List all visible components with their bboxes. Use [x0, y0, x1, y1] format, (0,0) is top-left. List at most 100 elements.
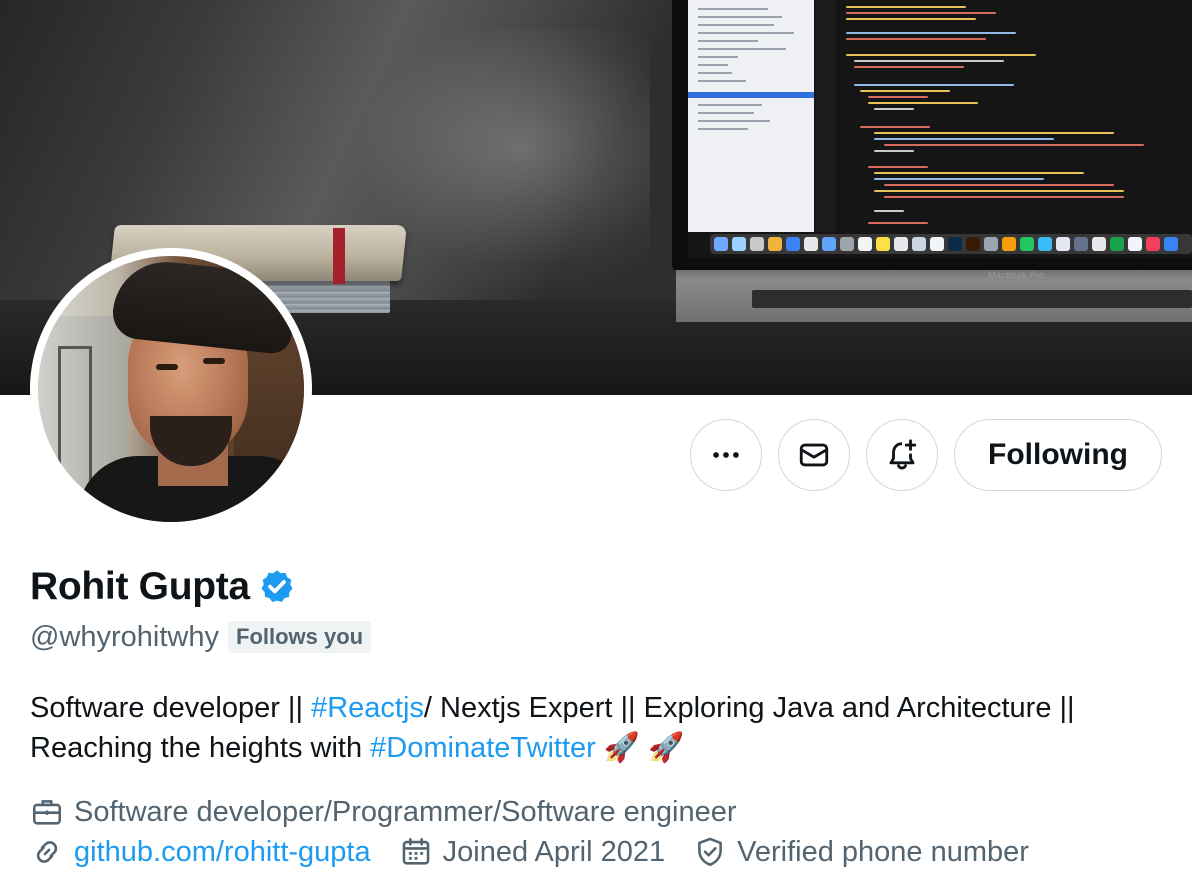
code-line: [846, 12, 996, 14]
dock-icon: [768, 237, 782, 251]
message-button[interactable]: [778, 419, 850, 491]
code-line: [884, 184, 1114, 186]
file-line: [698, 56, 738, 58]
dock-icon: [1074, 237, 1088, 251]
code-line: [884, 144, 1144, 146]
banner-laptop-brand: MacBook Pro: [988, 270, 1045, 280]
dock-icon: [1002, 237, 1016, 251]
dock-icon: [966, 237, 980, 251]
avatar-photo: [38, 256, 304, 522]
profile-meta-details: github.com/rohitt-gupta Joined April 202…: [30, 832, 1057, 872]
dock-icon: [714, 237, 728, 251]
bio-hashtag-dominatetwitter[interactable]: #DominateTwitter: [370, 732, 596, 764]
file-line: [698, 40, 758, 42]
dock-icon: [786, 237, 800, 251]
banner-code-gutter: [816, 0, 836, 232]
file-line: [698, 24, 774, 26]
dock-icon: [1092, 237, 1106, 251]
file-line: [698, 8, 768, 10]
bio-hashtag-reactjs[interactable]: #Reactjs: [311, 692, 424, 724]
profile-meta-profession: Software developer/Programmer/Software e…: [30, 792, 765, 832]
envelope-icon: [799, 443, 829, 467]
file-line: [698, 104, 762, 106]
dock-icon: [912, 237, 926, 251]
dock-icon: [1164, 237, 1178, 251]
code-line: [884, 196, 1124, 198]
code-line: [874, 210, 904, 212]
following-button[interactable]: Following: [954, 419, 1162, 491]
file-line: [698, 64, 728, 66]
calendar-icon: [402, 837, 429, 865]
code-line: [860, 126, 930, 128]
profile-handle: @whyrohitwhy: [30, 620, 219, 653]
code-line: [846, 18, 976, 20]
profile-name: Rohit Gupta: [30, 565, 250, 608]
link-icon: [36, 841, 58, 863]
profile-handle-row: @whyrohitwhy Follows you: [30, 618, 372, 656]
file-line: [698, 120, 770, 122]
banner-laptop-keyboard: [752, 290, 1192, 308]
verified-badge-icon[interactable]: [258, 568, 296, 606]
dock-icon: [1020, 237, 1034, 251]
file-selected-row: [688, 92, 814, 98]
avatar-eye: [203, 358, 225, 364]
dock-icon: [750, 237, 764, 251]
dock-icon: [948, 237, 962, 251]
file-line: [698, 80, 746, 82]
code-line: [854, 66, 964, 68]
joined-item: Joined April 2021: [399, 835, 665, 869]
dock-icon: [1146, 237, 1160, 251]
code-line: [874, 178, 1044, 180]
notifications-button[interactable]: [866, 419, 938, 491]
code-line: [860, 90, 950, 92]
bell-plus-icon: [889, 439, 917, 470]
website-item[interactable]: github.com/rohitt-gupta: [30, 835, 371, 869]
file-line: [698, 16, 782, 18]
code-line: [874, 132, 1114, 134]
website-link[interactable]: github.com/rohitt-gupta: [74, 836, 371, 869]
bio-emoji: 🚀 🚀: [595, 732, 685, 764]
code-line: [846, 32, 1016, 34]
more-icon: [713, 452, 739, 458]
code-line: [846, 54, 1036, 56]
profile-name-row: Rohit Gupta: [30, 562, 296, 612]
dock-icon: [804, 237, 818, 251]
banner-file-pane: [688, 0, 814, 232]
file-line: [698, 48, 786, 50]
file-line: [698, 72, 732, 74]
code-line: [874, 190, 1124, 192]
avatar-eye: [156, 364, 178, 370]
code-line: [854, 84, 1014, 86]
banner-notebook-band: [333, 228, 345, 284]
banner-dock: [710, 234, 1192, 254]
code-line: [846, 38, 986, 40]
profession-item: Software developer/Programmer/Software e…: [30, 795, 737, 829]
dock-icon: [1110, 237, 1124, 251]
more-button[interactable]: [690, 419, 762, 491]
dock-icon: [1038, 237, 1052, 251]
dock-icon: [984, 237, 998, 251]
dock-icon: [1056, 237, 1070, 251]
profile-page: MacBook Pro Following Rohit Gupta @whyro…: [0, 0, 1192, 890]
code-line: [874, 108, 914, 110]
dock-icon: [822, 237, 836, 251]
dock-icon: [840, 237, 854, 251]
briefcase-icon: [32, 800, 62, 825]
code-line: [874, 138, 1054, 140]
dock-icon: [1128, 237, 1142, 251]
code-line: [874, 150, 914, 152]
file-line: [698, 128, 748, 130]
dock-icon: [876, 237, 890, 251]
dock-icon: [732, 237, 746, 251]
shield-check-icon: [698, 837, 723, 867]
code-line: [874, 172, 1084, 174]
file-line: [698, 112, 754, 114]
code-line: [868, 166, 928, 168]
verified-phone-item: Verified phone number: [693, 835, 1029, 869]
profile-avatar[interactable]: [30, 248, 312, 530]
banner-laptop-screen: [688, 0, 1192, 258]
code-line: [846, 6, 966, 8]
code-line: [868, 96, 928, 98]
dock-icon: [894, 237, 908, 251]
dock-icon: [930, 237, 944, 251]
